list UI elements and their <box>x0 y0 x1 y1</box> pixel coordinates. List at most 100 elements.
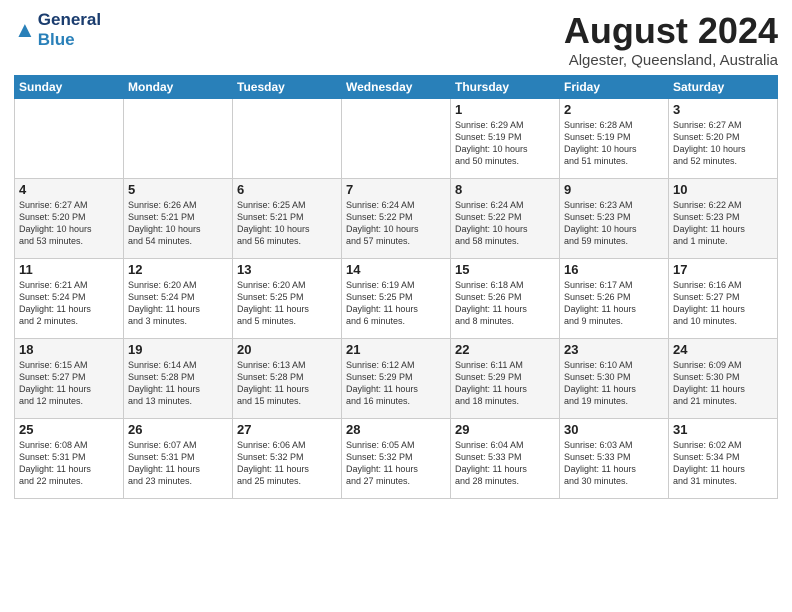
day-number: 10 <box>673 182 773 197</box>
calendar-row: 1 Sunrise: 6:29 AM Sunset: 5:19 PM Daylig… <box>15 99 778 179</box>
day-number: 4 <box>19 182 119 197</box>
day-number: 16 <box>564 262 664 277</box>
day-info: Sunrise: 6:21 AM Sunset: 5:24 PM Dayligh… <box>19 279 119 328</box>
day-info: Sunrise: 6:23 AM Sunset: 5:23 PM Dayligh… <box>564 199 664 248</box>
calendar-row: 18Sunrise: 6:15 AM Sunset: 5:27 PM Dayli… <box>15 339 778 419</box>
day-number: 9 <box>564 182 664 197</box>
day-number: 11 <box>19 262 119 277</box>
day-info: Sunrise: 6:05 AM Sunset: 5:32 PM Dayligh… <box>346 439 446 488</box>
calendar-cell: 19Sunrise: 6:14 AM Sunset: 5:28 PM Dayli… <box>124 339 233 419</box>
location-subtitle: Algester, Queensland, Australia <box>564 52 778 69</box>
calendar-cell: 26 Sunrise: 6:07 AM Sunset: 5:31 PM Dayli… <box>124 419 233 499</box>
calendar-cell: 3Sunrise: 6:27 AM Sunset: 5:20 PM Daylig… <box>669 99 778 179</box>
day-info: Sunrise: 6:15 AM Sunset: 5:27 PM Dayligh… <box>19 359 119 408</box>
header-saturday: Saturday <box>669 76 778 99</box>
day-info: Sunrise: 6:24 AM Sunset: 5:22 PM Dayligh… <box>346 199 446 248</box>
month-year-title: August 2024 <box>564 10 778 52</box>
day-number: 6 <box>237 182 337 197</box>
day-number: 2 <box>564 102 664 117</box>
calendar-table: Sunday Monday Tuesday Wednesday Thursday… <box>14 75 778 499</box>
header-sunday: Sunday <box>15 76 124 99</box>
day-number: 27 <box>237 422 337 437</box>
header: ▲ General Blue August 2024 Algester, Que… <box>14 10 778 69</box>
day-info: Sunrise: 6:09 AM Sunset: 5:30 PM Dayligh… <box>673 359 773 408</box>
calendar-cell: 9 Sunrise: 6:23 AM Sunset: 5:23 PM Daylig… <box>560 179 669 259</box>
day-info: Sunrise: 6:24 AM Sunset: 5:22 PM Dayligh… <box>455 199 555 248</box>
day-number: 30 <box>564 422 664 437</box>
calendar-cell: 17Sunrise: 6:16 AM Sunset: 5:27 PM Dayli… <box>669 259 778 339</box>
logo-blue: Blue <box>38 30 75 49</box>
day-info: Sunrise: 6:27 AM Sunset: 5:20 PM Dayligh… <box>19 199 119 248</box>
day-info: Sunrise: 6:13 AM Sunset: 5:28 PM Dayligh… <box>237 359 337 408</box>
calendar-cell: 4 Sunrise: 6:27 AM Sunset: 5:20 PM Daylig… <box>15 179 124 259</box>
header-tuesday: Tuesday <box>233 76 342 99</box>
day-number: 12 <box>128 262 228 277</box>
day-info: Sunrise: 6:17 AM Sunset: 5:26 PM Dayligh… <box>564 279 664 328</box>
calendar-cell: 29 Sunrise: 6:04 AM Sunset: 5:33 PM Dayli… <box>451 419 560 499</box>
calendar-cell: 27 Sunrise: 6:06 AM Sunset: 5:32 PM Dayli… <box>233 419 342 499</box>
calendar-cell <box>15 99 124 179</box>
day-number: 21 <box>346 342 446 357</box>
header-monday: Monday <box>124 76 233 99</box>
day-number: 8 <box>455 182 555 197</box>
calendar-cell: 1 Sunrise: 6:29 AM Sunset: 5:19 PM Daylig… <box>451 99 560 179</box>
day-info: Sunrise: 6:06 AM Sunset: 5:32 PM Dayligh… <box>237 439 337 488</box>
day-info: Sunrise: 6:20 AM Sunset: 5:24 PM Dayligh… <box>128 279 228 328</box>
calendar-cell: 25 Sunrise: 6:08 AM Sunset: 5:31 PM Dayli… <box>15 419 124 499</box>
calendar-cell: 20 Sunrise: 6:13 AM Sunset: 5:28 PM Dayli… <box>233 339 342 419</box>
calendar-cell: 15Sunrise: 6:18 AM Sunset: 5:26 PM Dayli… <box>451 259 560 339</box>
calendar-cell: 8 Sunrise: 6:24 AM Sunset: 5:22 PM Daylig… <box>451 179 560 259</box>
day-number: 24 <box>673 342 773 357</box>
calendar-cell: 6 Sunrise: 6:25 AM Sunset: 5:21 PM Daylig… <box>233 179 342 259</box>
calendar-cell: 13 Sunrise: 6:20 AM Sunset: 5:25 PM Dayli… <box>233 259 342 339</box>
header-wednesday: Wednesday <box>342 76 451 99</box>
calendar-row: 4 Sunrise: 6:27 AM Sunset: 5:20 PM Daylig… <box>15 179 778 259</box>
day-number: 3 <box>673 102 773 117</box>
day-info: Sunrise: 6:25 AM Sunset: 5:21 PM Dayligh… <box>237 199 337 248</box>
calendar-cell: 30 Sunrise: 6:03 AM Sunset: 5:33 PM Dayli… <box>560 419 669 499</box>
calendar-cell: 23Sunrise: 6:10 AM Sunset: 5:30 PM Dayli… <box>560 339 669 419</box>
day-info: Sunrise: 6:22 AM Sunset: 5:23 PM Dayligh… <box>673 199 773 248</box>
day-info: Sunrise: 6:07 AM Sunset: 5:31 PM Dayligh… <box>128 439 228 488</box>
day-info: Sunrise: 6:20 AM Sunset: 5:25 PM Dayligh… <box>237 279 337 328</box>
day-info: Sunrise: 6:04 AM Sunset: 5:33 PM Dayligh… <box>455 439 555 488</box>
calendar-cell: 7Sunrise: 6:24 AM Sunset: 5:22 PM Daylig… <box>342 179 451 259</box>
day-info: Sunrise: 6:12 AM Sunset: 5:29 PM Dayligh… <box>346 359 446 408</box>
day-info: Sunrise: 6:16 AM Sunset: 5:27 PM Dayligh… <box>673 279 773 328</box>
day-info: Sunrise: 6:28 AM Sunset: 5:19 PM Dayligh… <box>564 119 664 168</box>
day-info: Sunrise: 6:14 AM Sunset: 5:28 PM Dayligh… <box>128 359 228 408</box>
day-info: Sunrise: 6:08 AM Sunset: 5:31 PM Dayligh… <box>19 439 119 488</box>
calendar-cell <box>124 99 233 179</box>
day-info: Sunrise: 6:26 AM Sunset: 5:21 PM Dayligh… <box>128 199 228 248</box>
day-info: Sunrise: 6:03 AM Sunset: 5:33 PM Dayligh… <box>564 439 664 488</box>
calendar-cell: 28 Sunrise: 6:05 AM Sunset: 5:32 PM Dayli… <box>342 419 451 499</box>
header-friday: Friday <box>560 76 669 99</box>
day-number: 28 <box>346 422 446 437</box>
day-number: 22 <box>455 342 555 357</box>
page-container: ▲ General Blue August 2024 Algester, Que… <box>0 0 792 509</box>
day-number: 20 <box>237 342 337 357</box>
day-info: Sunrise: 6:18 AM Sunset: 5:26 PM Dayligh… <box>455 279 555 328</box>
day-info: Sunrise: 6:11 AM Sunset: 5:29 PM Dayligh… <box>455 359 555 408</box>
day-number: 13 <box>237 262 337 277</box>
calendar-cell: 31Sunrise: 6:02 AM Sunset: 5:34 PM Dayli… <box>669 419 778 499</box>
calendar-cell <box>342 99 451 179</box>
day-number: 31 <box>673 422 773 437</box>
day-number: 1 <box>455 102 555 117</box>
calendar-cell: 12 Sunrise: 6:20 AM Sunset: 5:24 PM Dayli… <box>124 259 233 339</box>
logo: ▲ General Blue <box>14 10 101 50</box>
day-info: Sunrise: 6:29 AM Sunset: 5:19 PM Dayligh… <box>455 119 555 168</box>
calendar-row: 11 Sunrise: 6:21 AM Sunset: 5:24 PM Dayli… <box>15 259 778 339</box>
calendar-cell: 18Sunrise: 6:15 AM Sunset: 5:27 PM Dayli… <box>15 339 124 419</box>
title-area: August 2024 Algester, Queensland, Austra… <box>564 10 778 69</box>
calendar-row: 25 Sunrise: 6:08 AM Sunset: 5:31 PM Dayli… <box>15 419 778 499</box>
calendar-cell <box>233 99 342 179</box>
calendar-cell: 16 Sunrise: 6:17 AM Sunset: 5:26 PM Dayli… <box>560 259 669 339</box>
day-info: Sunrise: 6:19 AM Sunset: 5:25 PM Dayligh… <box>346 279 446 328</box>
day-number: 25 <box>19 422 119 437</box>
day-number: 29 <box>455 422 555 437</box>
logo-general: General <box>38 10 101 29</box>
calendar-cell: 10 Sunrise: 6:22 AM Sunset: 5:23 PM Dayli… <box>669 179 778 259</box>
day-number: 26 <box>128 422 228 437</box>
calendar-cell: 24 Sunrise: 6:09 AM Sunset: 5:30 PM Dayli… <box>669 339 778 419</box>
